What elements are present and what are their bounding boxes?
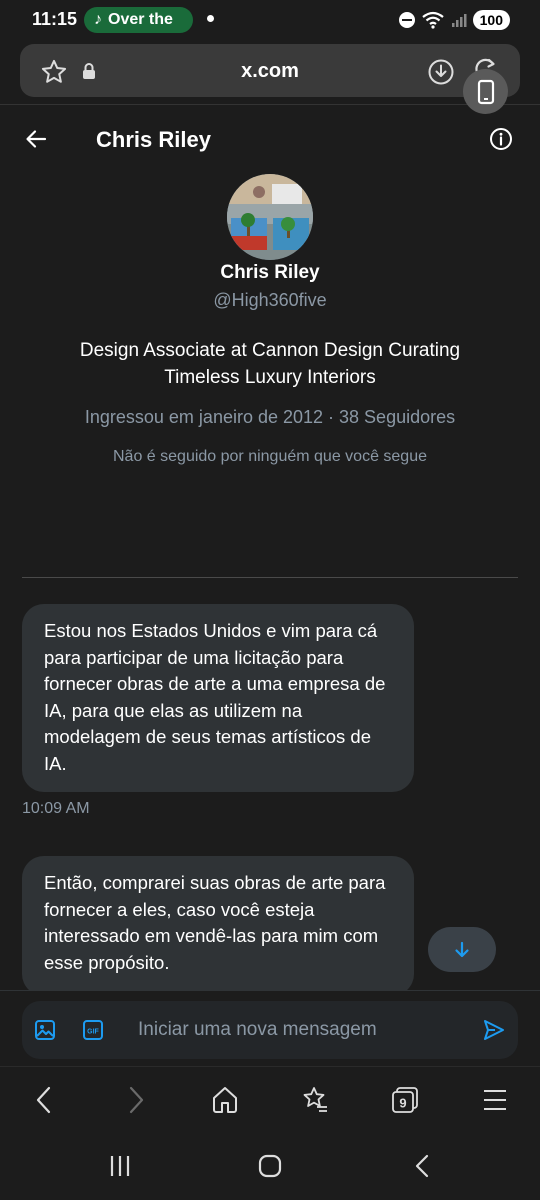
profile-avatar[interactable] (227, 174, 313, 260)
media-image-icon[interactable] (34, 1019, 56, 1041)
browser-toolbar: x.com (0, 40, 540, 102)
profile-handle[interactable]: @High360five (0, 290, 540, 311)
mobile-view-button[interactable] (463, 69, 508, 114)
profile-bio: Design Associate at Cannon Design Curati… (79, 340, 461, 388)
phone-icon (477, 79, 494, 104)
status-icons: 100 (398, 8, 510, 32)
gif-icon[interactable]: GIF (82, 1019, 104, 1041)
conversation-header: Chris Riley (0, 104, 540, 172)
info-icon[interactable] (489, 127, 513, 151)
profile-name[interactable]: Chris Riley (0, 262, 540, 284)
home-icon[interactable] (211, 1085, 239, 1115)
scroll-to-bottom-button[interactable] (428, 927, 496, 972)
arrow-down-icon (455, 941, 469, 957)
message-text: Então, comprarei suas obras de arte para… (44, 872, 386, 973)
conversation-title: Chris Riley (96, 127, 211, 152)
home-button-icon[interactable] (258, 1154, 282, 1178)
message-bubble[interactable]: Então, comprarei suas obras de arte para… (22, 856, 414, 996)
status-bar: 11:15 ♪ Over the 100 (0, 0, 540, 40)
browser-bottom-nav: 9 (0, 1066, 540, 1132)
message-composer: GIF Iniciar uma nova mensagem (22, 1001, 518, 1059)
music-note-icon: ♪ (94, 11, 102, 28)
tab-count: 9 (399, 1096, 406, 1111)
profile-join-followers: Ingressou em janeiro de 2012 · 38 Seguid… (84, 407, 456, 427)
signal-icon (451, 14, 467, 27)
wifi-icon (421, 11, 444, 29)
battery-level: 100 (479, 12, 503, 28)
gif-label: GIF (87, 1029, 99, 1036)
now-playing-pill[interactable]: ♪ Over the (84, 7, 193, 33)
download-icon[interactable] (428, 59, 454, 85)
recent-apps-icon[interactable] (108, 1154, 132, 1178)
battery-indicator: 100 (472, 10, 510, 30)
message-bubble[interactable]: Estou nos Estados Unidos e vim para cá p… (22, 604, 414, 792)
send-icon[interactable] (482, 1018, 506, 1042)
browser-forward-icon[interactable] (126, 1085, 146, 1115)
composer-area: GIF Iniciar uma nova mensagem (0, 990, 540, 1066)
tabs-icon[interactable]: 9 (390, 1085, 420, 1115)
system-back-icon[interactable] (412, 1154, 432, 1178)
system-nav-bar (0, 1132, 540, 1200)
back-arrow-icon[interactable] (24, 127, 48, 151)
mutual-followers-note: Não é seguido por ninguém que você segue (113, 448, 427, 465)
divider (22, 577, 518, 578)
menu-icon[interactable] (482, 1085, 508, 1115)
bookmarks-icon[interactable] (300, 1085, 330, 1115)
address-bar[interactable]: x.com (20, 44, 520, 97)
message-text: Estou nos Estados Unidos e vim para cá p… (44, 620, 386, 774)
browser-back-icon[interactable] (34, 1085, 54, 1115)
do-not-disturb-icon (398, 12, 415, 28)
message-timestamp: 10:09 AM (22, 800, 90, 817)
avatar-photo (227, 174, 313, 260)
notification-dot (207, 15, 214, 22)
message-input[interactable]: Iniciar uma nova mensagem (138, 1019, 377, 1041)
status-time: 11:15 (32, 9, 78, 29)
now-playing-label: Over the (108, 11, 173, 28)
